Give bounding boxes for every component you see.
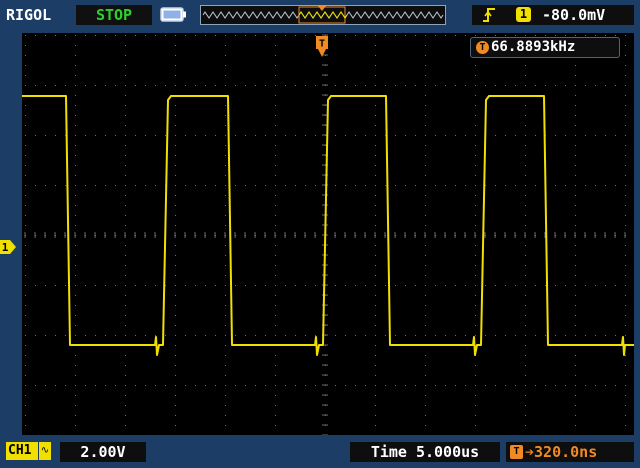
top-status-bar: RIGOL STOP 1 -80.0mV xyxy=(0,0,640,32)
arrow-right-icon: ➔ xyxy=(525,443,535,461)
rising-edge-icon xyxy=(482,7,496,23)
oscilloscope-display: RIGOL STOP 1 -80.0mV T T 66.8893kHz 1 CH… xyxy=(0,0,640,468)
bottom-status-bar: CH1 ∿ 2.00V Time 5.000us T ➔320.0ns xyxy=(0,436,640,468)
waveform-screen: T T 66.8893kHz xyxy=(22,33,634,435)
trigger-source-badge: 1 xyxy=(516,7,531,22)
timebase-value: 5.000us xyxy=(415,443,480,461)
trigger-marker-label: T xyxy=(319,39,325,50)
trigger-icon: T xyxy=(476,41,489,54)
run-stop-status[interactable]: STOP xyxy=(76,5,152,25)
trigger-position-icon: T xyxy=(316,36,328,57)
trigger-offset-value: 320.0ns xyxy=(534,443,598,461)
frequency-value: 66.8893kHz xyxy=(491,39,576,55)
ch1-vertical-scale[interactable]: 2.00V xyxy=(60,442,146,462)
ch1-label[interactable]: CH1 xyxy=(6,442,38,460)
frequency-counter: T 66.8893kHz xyxy=(470,37,620,58)
timebase-label: Time xyxy=(370,443,407,461)
ac-coupling-icon: ∿ xyxy=(39,442,51,460)
trigger-settings-panel[interactable]: 1 -80.0mV xyxy=(472,5,634,25)
brand-logo: RIGOL xyxy=(6,6,52,24)
memory-depth-indicator xyxy=(200,5,446,25)
trigger-offset-readout[interactable]: T ➔320.0ns xyxy=(506,442,634,462)
trigger-icon: T xyxy=(510,445,523,459)
timebase-readout[interactable]: Time 5.000us xyxy=(350,442,500,462)
ch1-ground-marker[interactable]: 1 xyxy=(0,239,16,254)
trigger-level: -80.0mV xyxy=(542,6,606,24)
battery-icon xyxy=(160,7,188,22)
ch1-marker-label: 1 xyxy=(2,241,9,254)
